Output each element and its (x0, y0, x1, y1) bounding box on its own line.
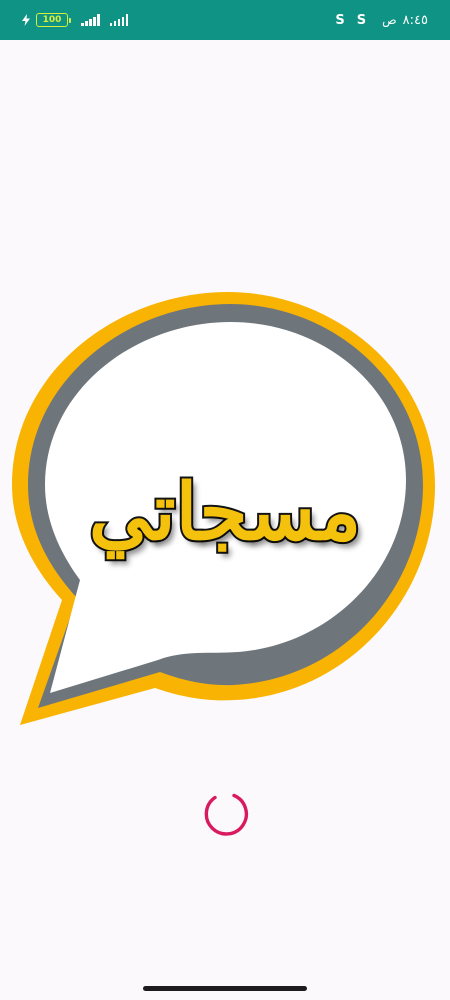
signal-strength-icon (81, 14, 100, 26)
app-notification-icon: S (335, 12, 345, 28)
battery-level: 100 (36, 13, 68, 27)
app-notification-icon-2: S (356, 12, 367, 28)
app-logo-text: مسجاتي (87, 467, 363, 558)
status-bar: 100 S S ص ٨:٤٥ (0, 0, 450, 40)
status-left: 100 (22, 0, 128, 40)
signal-strength-icon-2 (109, 14, 128, 26)
status-ampm: ص (382, 13, 397, 27)
charging-bolt-icon (22, 11, 30, 30)
battery-icon: 100 (36, 13, 71, 27)
status-time: ٨:٤٥ (402, 12, 428, 28)
home-indicator[interactable] (143, 986, 307, 991)
status-right: S S ص ٨:٤٥ (335, 0, 428, 40)
loading-spinner-icon (204, 793, 248, 836)
